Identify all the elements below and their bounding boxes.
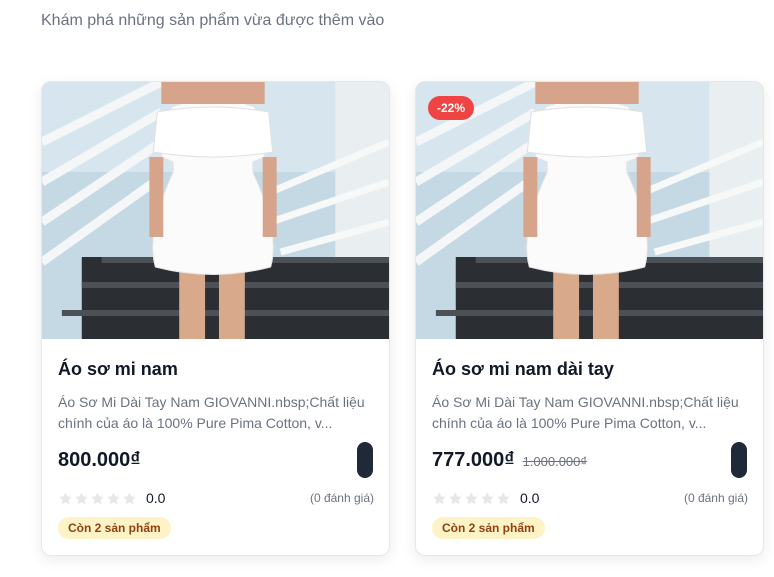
star-icon (449, 491, 462, 504)
product-image[interactable]: -22% (416, 82, 763, 339)
product-card[interactable]: Áo sơ mi nam Áo Sơ Mi Dài Tay Nam GIOVAN… (41, 81, 390, 556)
product-title[interactable]: Áo sơ mi nam dài tay (432, 359, 614, 380)
star-icon (481, 491, 494, 504)
star-icon (465, 491, 478, 504)
price-row: 777.000₫ 1.000.000₫ (432, 449, 587, 472)
add-to-cart-button[interactable] (731, 442, 747, 478)
star-icon (75, 491, 88, 504)
price-row: 800.000₫ (58, 449, 141, 472)
rating-value: 0.0 (520, 490, 540, 506)
discount-badge: -22% (428, 96, 475, 120)
rating-stars (432, 491, 511, 506)
product-description: Áo Sơ Mi Dài Tay Nam GIOVANNI.nbsp;Chất … (58, 394, 365, 431)
star-icon (123, 491, 136, 504)
product-price: 800.000₫ (58, 449, 141, 471)
dress-photo-icon (42, 82, 389, 339)
review-count: (0 đánh giá) (683, 491, 748, 505)
rating-stars (58, 491, 137, 506)
rating-row: 0.0 (0 đánh giá) (432, 490, 748, 506)
product-title[interactable]: Áo sơ mi nam (58, 359, 178, 380)
review-count: (0 đánh giá) (309, 491, 374, 505)
product-description: Áo Sơ Mi Dài Tay Nam GIOVANNI.nbsp;Chất … (432, 394, 739, 431)
old-price: 1.000.000₫ (522, 454, 588, 469)
rating-value: 0.0 (146, 490, 166, 506)
star-icon (91, 491, 104, 504)
add-to-cart-button[interactable] (357, 442, 373, 478)
stock-badge: Còn 2 sản phẩm (58, 517, 171, 539)
product-image[interactable] (42, 82, 389, 339)
page-subtitle: Khám phá những sản phẩm vừa được thêm và… (41, 12, 385, 29)
star-icon (433, 491, 446, 504)
star-icon (497, 491, 510, 504)
star-icon (107, 491, 120, 504)
rating-row: 0.0 (0 đánh giá) (58, 490, 374, 506)
stock-badge: Còn 2 sản phẩm (432, 517, 545, 539)
star-icon (59, 491, 72, 504)
dress-photo-icon (416, 82, 763, 339)
product-card[interactable]: -22% Áo sơ mi nam dài tay Áo Sơ Mi Dài T… (415, 81, 764, 556)
product-price: 777.000₫ (432, 449, 515, 471)
